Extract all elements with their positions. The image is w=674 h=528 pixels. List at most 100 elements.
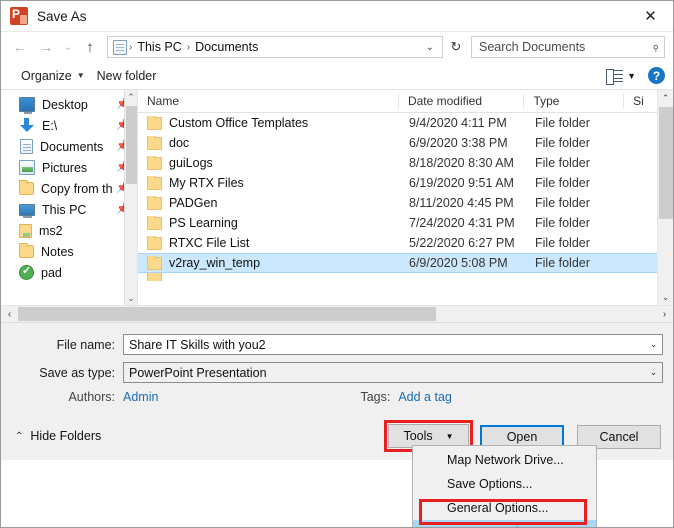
sidebar-item-ms2[interactable]: ms2 (1, 220, 137, 241)
sidebar-item-label: ms2 (39, 223, 63, 238)
organize-button[interactable]: Organize ▼ (15, 67, 91, 85)
horizontal-scroll-track[interactable] (18, 306, 656, 322)
sync-ok-icon (19, 264, 34, 280)
sidebar-item-notes[interactable]: Notes (1, 241, 137, 262)
table-row[interactable]: Custom Office Templates 9/4/2020 4:11 PM… (138, 113, 673, 133)
up-icon[interactable]: ↑ (77, 35, 103, 59)
folder-icon (147, 196, 162, 210)
column-header-size[interactable]: Si (624, 93, 656, 109)
authors-value[interactable]: Admin (123, 390, 158, 404)
scroll-left-icon[interactable]: ‹ (1, 306, 18, 322)
horizontal-scrollbar[interactable]: ‹ › (1, 305, 673, 322)
file-date-cell: 6/9/2020 5:08 PM (409, 256, 508, 270)
save-as-type-combo[interactable]: PowerPoint Presentation ⌄ (123, 362, 663, 383)
search-input[interactable] (479, 40, 652, 54)
file-name-cell: RTXC File List (138, 236, 400, 250)
table-row[interactable]: My RTX Files 6/19/2020 9:51 AM File fold… (138, 173, 673, 193)
file-name-label: My RTX Files (169, 176, 244, 190)
file-list-scrollbar[interactable]: ⌃ ⌄ (657, 90, 673, 305)
sidebar-item-this-pc[interactable]: This PC 📌 (1, 199, 137, 220)
file-name-input[interactable] (129, 337, 645, 352)
file-date-cell: 5/22/2020 6:27 PM (409, 236, 515, 250)
sidebar-item-copy-from-th[interactable]: Copy from th 📌 (1, 178, 137, 199)
add-a-tag-link[interactable]: Add a tag (398, 390, 452, 404)
file-name-cell (138, 273, 400, 281)
menu-item-compress-pictures[interactable]: Compress Pictures... (413, 520, 596, 527)
column-header-name[interactable]: Name ⌃ (138, 93, 399, 109)
file-name-cell: doc (138, 136, 400, 150)
chevron-down-icon[interactable]: ⌄ (645, 335, 662, 354)
documents-icon (113, 39, 127, 55)
menu-item-save-options[interactable]: Save Options... (413, 472, 596, 496)
folder-icon (147, 256, 162, 270)
back-icon[interactable]: ← (7, 35, 33, 59)
sidebar-item-e-drive[interactable]: E:\ 📌 (1, 115, 137, 136)
save-as-dialog: Save As ✕ ← → ⌄ ↑ › This PC › Documents … (0, 0, 674, 528)
sidebar-scrollbar[interactable]: ⌃ ⌄ (124, 90, 137, 305)
search-box[interactable]: ⌕ (471, 36, 665, 58)
file-name-row: File name: ⌄ (11, 334, 663, 355)
new-folder-button[interactable]: New folder (91, 67, 163, 85)
column-headers: Name ⌃ Date modified Type Si (138, 90, 673, 113)
table-row[interactable]: PADGen 8/11/2020 4:45 PM File folder (138, 193, 673, 213)
table-row[interactable]: doc 6/9/2020 3:38 PM File folder (138, 133, 673, 153)
chevron-down-icon[interactable]: ⌄ (645, 363, 662, 382)
file-name-cell: PADGen (138, 196, 400, 210)
file-type-cell: File folder (535, 216, 590, 230)
file-type-cell: File folder (535, 196, 590, 210)
column-header-type[interactable]: Type (524, 93, 625, 109)
folder-icon (147, 156, 162, 170)
folder-icon (147, 116, 162, 130)
sidebar-item-documents[interactable]: Documents 📌 (1, 136, 137, 157)
chevron-down-icon[interactable]: ⌄ (422, 42, 438, 53)
table-row[interactable]: guiLogs 8/18/2020 8:30 AM File folder (138, 153, 673, 173)
file-name-label: RTXC File List (169, 236, 250, 250)
menu-item-map-network-drive[interactable]: Map Network Drive... (413, 448, 596, 472)
file-name-label: Custom Office Templates (169, 116, 309, 130)
scroll-right-icon[interactable]: › (656, 306, 673, 322)
menu-item-general-options[interactable]: General Options... (413, 496, 596, 520)
file-type-cell: File folder (535, 136, 590, 150)
address-bar: ← → ⌄ ↑ › This PC › Documents ⌄ ↻ ⌕ (1, 32, 673, 62)
help-icon[interactable]: ? (648, 67, 665, 84)
table-row-selected[interactable]: v2ray_win_temp 6/9/2020 5:08 PM File fol… (138, 253, 673, 273)
refresh-icon[interactable]: ↻ (445, 36, 467, 58)
file-name-combo[interactable]: ⌄ (123, 334, 663, 355)
folder-icon (19, 180, 34, 195)
horizontal-scroll-thumb[interactable] (18, 307, 436, 321)
hide-folders-button[interactable]: ⌃ Hide Folders (15, 429, 101, 443)
scroll-up-icon[interactable]: ⌃ (658, 90, 673, 106)
file-name-cell: PS Learning (138, 216, 400, 230)
chevron-down-icon[interactable]: ▼ (627, 71, 636, 81)
breadcrumb-item-this-pc[interactable]: This PC (134, 40, 184, 54)
breadcrumb-item-documents[interactable]: Documents (192, 40, 261, 54)
breadcrumb[interactable]: › This PC › Documents ⌄ (107, 36, 443, 58)
table-row-partial[interactable] (138, 273, 673, 281)
column-header-date-modified[interactable]: Date modified (399, 93, 525, 109)
sidebar-item-desktop[interactable]: Desktop 📌 (1, 94, 137, 115)
sidebar-item-label: Desktop (42, 97, 88, 112)
tags-label: Tags: (360, 390, 391, 404)
table-row[interactable]: RTXC File List 5/22/2020 6:27 PM File fo… (138, 233, 673, 253)
file-name-label: v2ray_win_temp (169, 256, 261, 270)
scroll-up-icon[interactable]: ⌃ (125, 90, 137, 104)
save-as-type-value: PowerPoint Presentation (129, 365, 267, 380)
this-pc-icon (19, 203, 35, 218)
table-row[interactable]: PS Learning 7/24/2020 4:31 PM File folde… (138, 213, 673, 233)
close-icon[interactable]: ✕ (628, 1, 673, 31)
file-list-scroll-thumb[interactable] (659, 107, 673, 219)
metadata-row: Authors: Admin Tags: Add a tag (11, 390, 663, 404)
tools-dropdown-menu: Map Network Drive... Save Options... Gen… (412, 445, 597, 527)
sidebar-scroll-thumb[interactable] (126, 106, 137, 184)
scroll-down-icon[interactable]: ⌄ (658, 289, 673, 305)
recent-locations-icon[interactable]: ⌄ (59, 35, 77, 59)
chevron-down-icon: ▼ (445, 431, 454, 441)
scroll-down-icon[interactable]: ⌄ (125, 291, 137, 305)
chevron-down-icon: ▼ (76, 71, 85, 80)
sidebar-item-pictures[interactable]: Pictures 📌 (1, 157, 137, 178)
sidebar-item-pad[interactable]: pad (1, 262, 137, 283)
authors-label: Authors: (68, 390, 115, 404)
sort-ascending-icon: ⌃ (253, 93, 261, 99)
view-options-icon[interactable] (606, 68, 624, 85)
forward-icon[interactable]: → (33, 35, 59, 59)
